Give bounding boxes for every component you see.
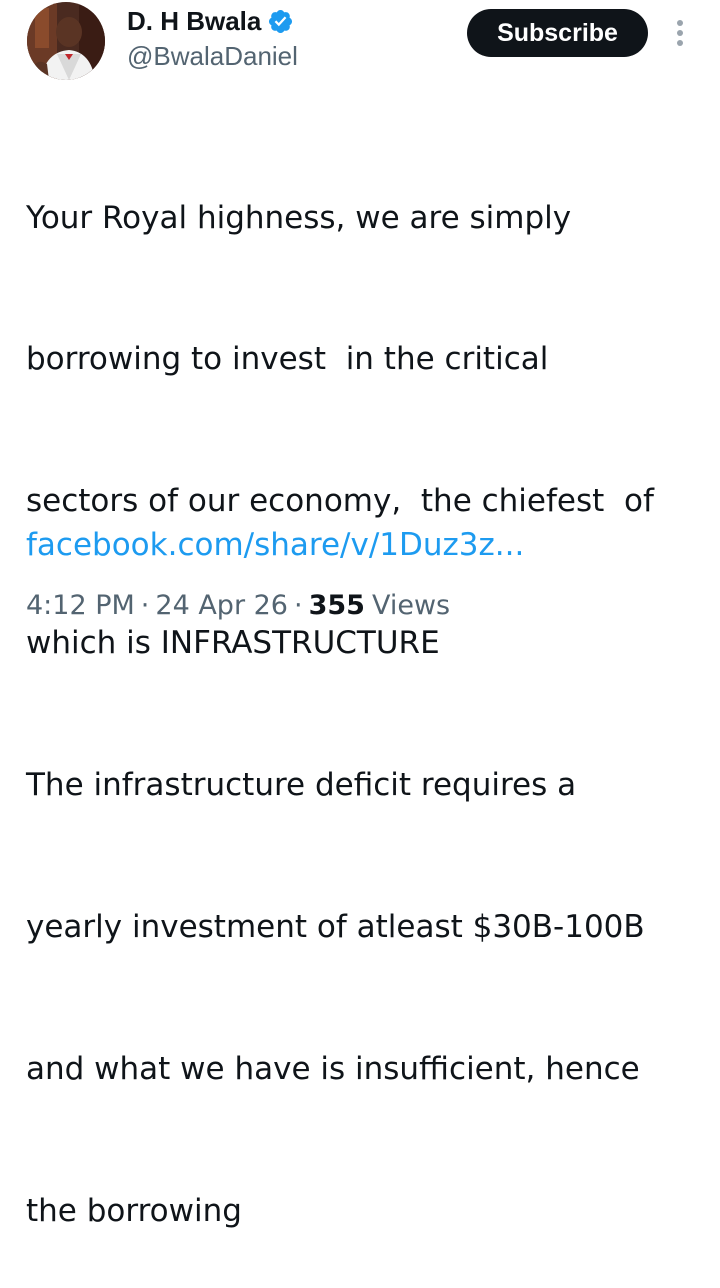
subscribe-button[interactable]: Subscribe	[467, 9, 648, 57]
tweet-date[interactable]: 24 Apr 26	[155, 590, 288, 621]
meta-separator: ·	[140, 590, 150, 621]
tweet-text-line: The infrastructure deficit requires a	[26, 767, 577, 804]
profile-photo-icon	[27, 2, 105, 80]
more-vertical-icon[interactable]	[672, 18, 688, 48]
tweet-text-line: the borrowing	[26, 1192, 242, 1229]
tweet-text-line: borrowing to invest in the critical	[26, 341, 549, 378]
tweet-meta: 4:12 PM · 24 Apr 26 · 355 Views	[26, 590, 450, 621]
views-count[interactable]: 355	[309, 590, 365, 621]
tweet-text-line: Your Royal highness, we are simply	[26, 199, 572, 236]
tweet-time[interactable]: 4:12 PM	[26, 590, 135, 621]
tweet-card: D. H Bwala @BwalaDaniel Subscribe Your R…	[0, 0, 720, 1229]
author-name-row: D. H Bwala	[127, 3, 294, 39]
tweet-text: Your Royal highness, we are simply borro…	[26, 100, 706, 1288]
avatar[interactable]	[27, 2, 105, 80]
verified-badge-icon	[267, 8, 294, 35]
author-handle[interactable]: @BwalaDaniel	[127, 41, 298, 72]
tweet-text-line: and what we have is insufficient, hence	[26, 1050, 640, 1087]
tweet-text-line: yearly investment of atleast $30B-100B	[26, 909, 645, 946]
meta-separator: ·	[293, 590, 303, 621]
views-label[interactable]: Views	[365, 590, 450, 621]
tweet-link[interactable]: facebook.com/share/v/1Duz3z...	[26, 522, 524, 569]
author-display-name[interactable]: D. H Bwala	[127, 6, 261, 37]
tweet-text-line: sectors of our economy, the chiefest of	[26, 483, 654, 520]
